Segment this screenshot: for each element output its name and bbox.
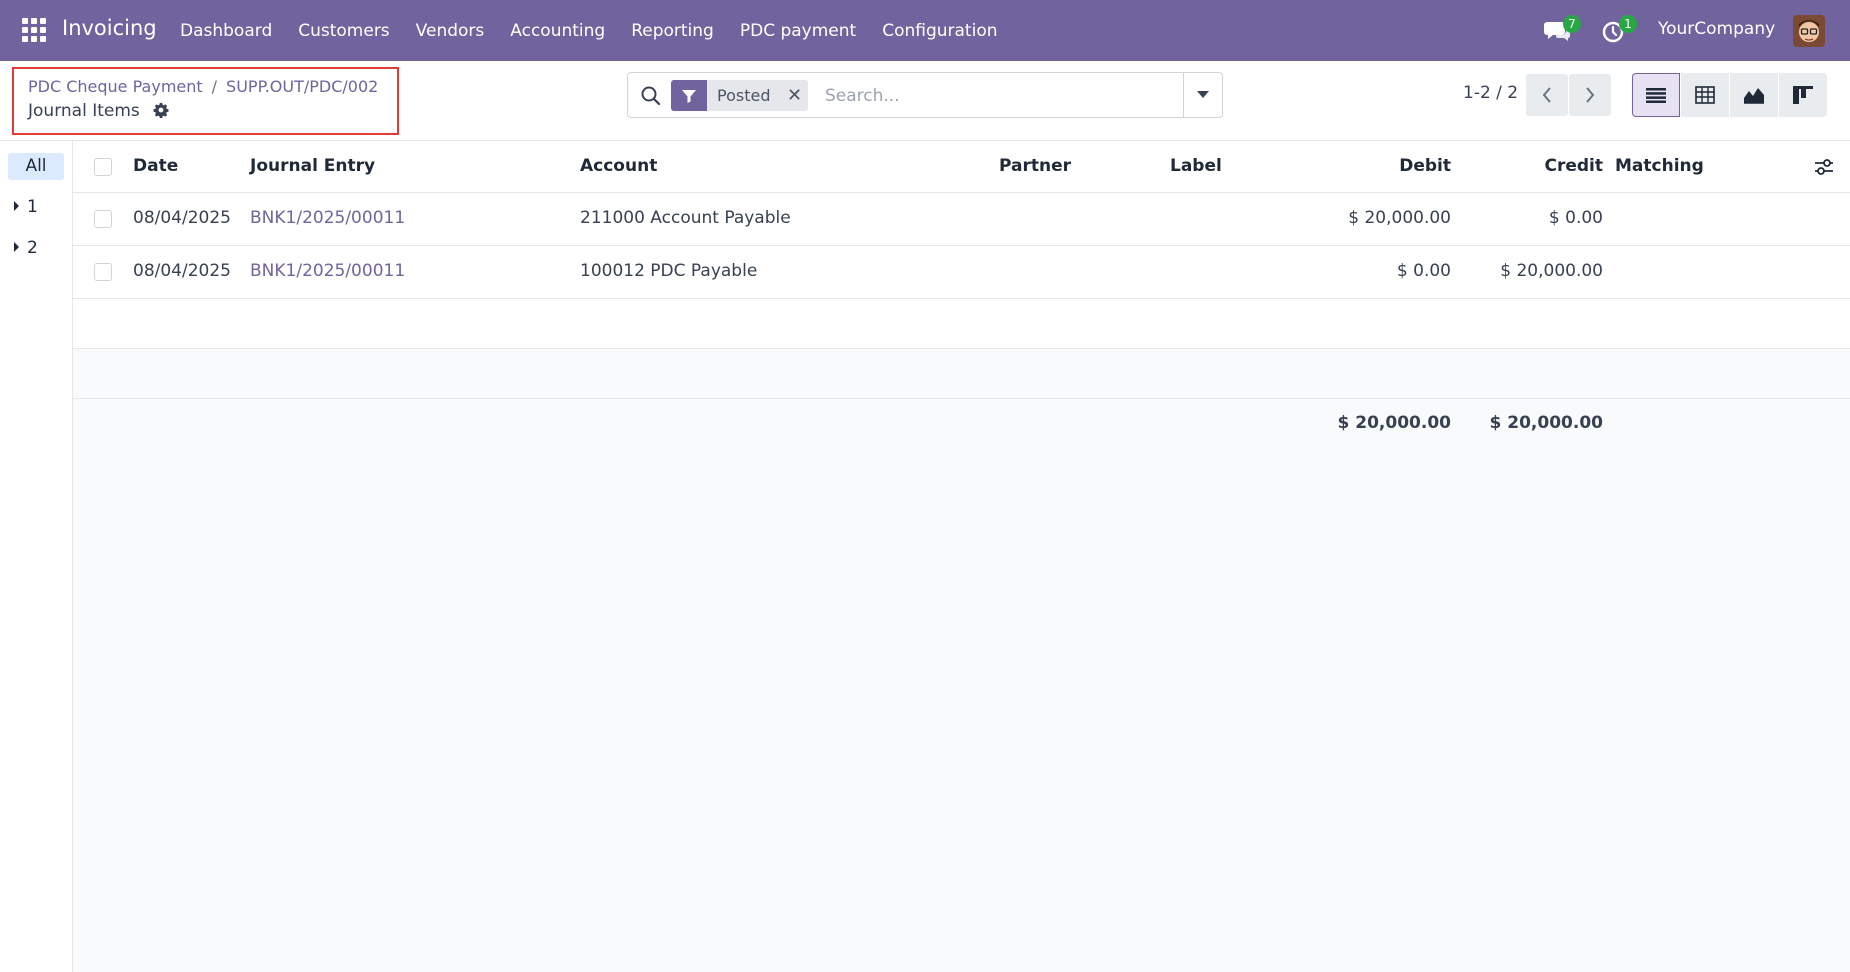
app-menu-icon[interactable] [22,18,46,42]
menu-dashboard[interactable]: Dashboard [167,21,285,41]
column-account[interactable]: Account [580,156,657,176]
area-chart-icon [1744,88,1764,104]
list-view-button[interactable] [1632,73,1680,117]
breadcrumb-separator: / [211,77,218,96]
column-matching[interactable]: Matching [1615,156,1704,176]
pager-next-button[interactable] [1569,74,1611,116]
filter-icon [671,80,707,111]
journal-items-table: Date Journal Entry Account Partner Label… [73,141,1850,972]
cell-account: 100012 PDC Payable [580,261,758,281]
cell-date: 08/04/2025 [133,208,231,228]
search-icon[interactable] [640,85,662,107]
side-panel-group-1[interactable]: 1 [14,197,38,217]
column-debit[interactable]: Debit [1273,156,1451,176]
pager-previous-button[interactable] [1526,74,1568,116]
search-options-toggle[interactable] [1183,73,1222,117]
row-checkbox[interactable] [94,210,112,228]
row-checkbox[interactable] [94,263,112,281]
column-date[interactable]: Date [133,156,178,176]
cell-journal-entry[interactable]: BNK1/2025/00011 [250,261,405,281]
caret-down-icon [1197,91,1209,98]
column-settings-icon[interactable] [1814,158,1834,176]
side-panel-group-2[interactable]: 2 [14,238,38,258]
user-avatar-icon [1793,15,1825,47]
table-row[interactable]: 08/04/2025 BNK1/2025/00011 211000 Accoun… [73,193,1850,246]
main-menu: Dashboard Customers Vendors Accounting R… [167,0,1011,61]
group-side-panel: All 1 2 [0,141,73,972]
cell-debit: $ 20,000.00 [1348,208,1451,228]
page-title: Journal Items [28,101,169,121]
app-name[interactable]: Invoicing [62,16,157,40]
empty-row [73,349,1850,399]
kanban-icon [1793,86,1813,104]
menu-accounting[interactable]: Accounting [497,21,618,41]
company-switcher[interactable]: YourCompany [1658,19,1775,39]
breadcrumb-pdc-cheque-payment[interactable]: PDC Cheque Payment [28,77,203,96]
pager-value[interactable]: 1-2 / 2 [1463,83,1518,103]
select-all-checkbox[interactable] [94,158,112,176]
table-grid-icon [1695,86,1715,104]
activities-badge: 1 [1619,15,1637,33]
breadcrumb: PDC Cheque Payment / SUPP.OUT/PDC/002 [28,77,378,96]
menu-configuration[interactable]: Configuration [869,21,1010,41]
search-bar: Posted ✕ [627,72,1223,118]
top-navbar: Invoicing Dashboard Customers Vendors Ac… [0,0,1850,61]
side-panel-all[interactable]: All [8,153,64,180]
breadcrumb-highlight: PDC Cheque Payment / SUPP.OUT/PDC/002 Jour… [12,67,399,135]
caret-right-icon [14,201,19,211]
facet-label: Posted [717,86,771,105]
page-title-text: Journal Items [28,101,140,121]
cell-credit: $ 0.00 [1548,208,1603,228]
cell-date: 08/04/2025 [133,261,231,281]
menu-customers[interactable]: Customers [285,21,402,41]
search-input[interactable] [825,81,1175,110]
table-header: Date Journal Entry Account Partner Label… [73,141,1850,193]
caret-right-icon [14,242,19,252]
user-avatar[interactable] [1793,15,1825,47]
search-facet-posted: Posted ✕ [671,80,809,111]
cell-debit: $ 0.00 [1396,261,1451,281]
chevron-left-icon [1542,87,1551,103]
total-debit: $ 20,000.00 [1337,413,1451,433]
empty-row [73,299,1850,349]
column-partner[interactable]: Partner [999,156,1071,176]
menu-vendors[interactable]: Vendors [403,21,498,41]
menu-pdc-payment[interactable]: PDC payment [727,21,869,41]
cell-account: 211000 Account Payable [580,208,791,228]
facet-remove-icon[interactable]: ✕ [780,80,808,111]
cell-journal-entry[interactable]: BNK1/2025/00011 [250,208,405,228]
breadcrumb-supp-out-pdc[interactable]: SUPP.OUT/PDC/002 [226,77,378,96]
side-panel-group-label: 1 [27,197,38,217]
chevron-right-icon [1586,87,1595,103]
total-credit: $ 20,000.00 [1489,413,1603,433]
gear-icon[interactable] [153,102,169,118]
side-panel-group-label: 2 [27,238,38,258]
kanban-view-button[interactable] [1779,73,1827,117]
control-panel: PDC Cheque Payment / SUPP.OUT/PDC/002 Jour… [0,61,1850,141]
column-journal-entry[interactable]: Journal Entry [250,156,375,176]
menu-reporting[interactable]: Reporting [618,21,727,41]
list-icon [1646,88,1666,103]
pivot-view-button[interactable] [1681,73,1729,117]
table-row[interactable]: 08/04/2025 BNK1/2025/00011 100012 PDC Pa… [73,246,1850,299]
column-label[interactable]: Label [1170,156,1222,176]
column-credit[interactable]: Credit [1453,156,1603,176]
graph-view-button[interactable] [1730,73,1778,117]
messages-badge: 7 [1563,15,1581,33]
cell-credit: $ 20,000.00 [1500,261,1603,281]
